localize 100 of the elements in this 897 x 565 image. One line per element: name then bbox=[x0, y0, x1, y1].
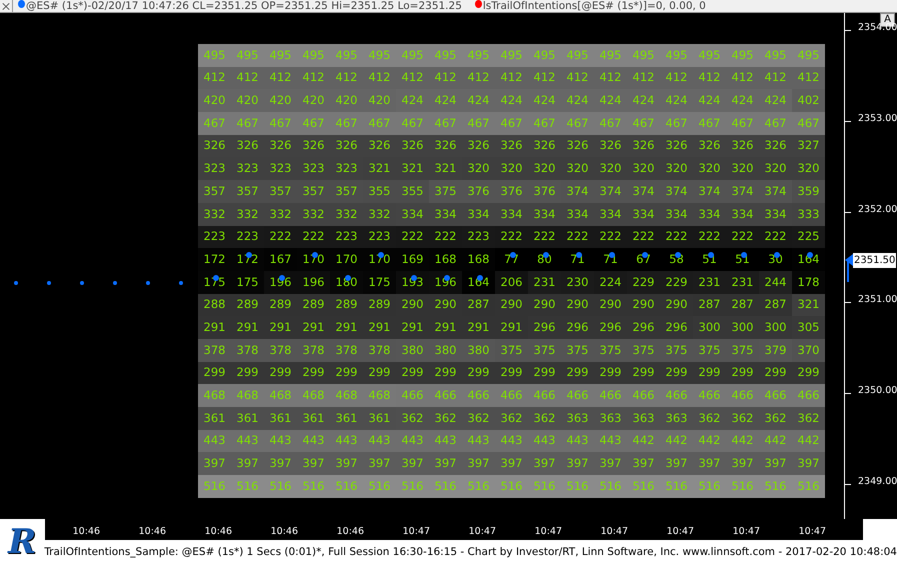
heatmap-cell: 326 bbox=[627, 134, 660, 158]
heatmap-cell: 229 bbox=[660, 270, 693, 294]
heatmap-cell: 326 bbox=[297, 134, 330, 158]
heatmap-cell: 495 bbox=[759, 44, 792, 67]
heatmap-cell: 466 bbox=[528, 384, 561, 407]
heatmap-cell: 495 bbox=[693, 44, 726, 67]
heatmap-cell: 299 bbox=[660, 362, 693, 384]
price-dot bbox=[47, 281, 51, 285]
heatmap-cell: 397 bbox=[528, 452, 561, 476]
heatmap-cell: 397 bbox=[660, 452, 693, 476]
heatmap-cell: 378 bbox=[231, 338, 264, 362]
heatmap-cell: 296 bbox=[627, 316, 660, 339]
heatmap-cell: 516 bbox=[330, 475, 363, 498]
logo: R bbox=[8, 522, 36, 562]
heatmap-cell: 375 bbox=[693, 338, 726, 362]
heatmap-cell: 334 bbox=[693, 202, 726, 226]
heatmap-cell: 495 bbox=[330, 44, 363, 67]
heatmap-cell: 397 bbox=[495, 452, 528, 476]
heatmap-cell: 291 bbox=[231, 316, 264, 339]
heatmap-cell: 442 bbox=[726, 430, 759, 452]
heatmap-cell: 289 bbox=[297, 294, 330, 316]
heatmap-cell: 357 bbox=[264, 180, 297, 203]
heatmap-cell: 467 bbox=[627, 112, 660, 135]
heatmap-cell: 320 bbox=[627, 157, 660, 180]
heatmap-cell: 375 bbox=[627, 338, 660, 362]
heatmap-cell: 466 bbox=[495, 384, 528, 407]
heatmap-cell: 420 bbox=[198, 89, 231, 112]
heatmap-cell: 288 bbox=[198, 294, 231, 316]
price-dot bbox=[80, 281, 84, 285]
heatmap-cell: 376 bbox=[462, 180, 495, 203]
heatmap-cell: 467 bbox=[594, 112, 627, 135]
heatmap-cell: 443 bbox=[429, 430, 462, 452]
heatmap-cell: 326 bbox=[693, 134, 726, 158]
time-label: 10:46 bbox=[72, 525, 101, 539]
heatmap-cell: 320 bbox=[693, 157, 726, 180]
heatmap-cell: 397 bbox=[264, 452, 297, 476]
heatmap-cell: 412 bbox=[660, 66, 693, 90]
heatmap-cell: 466 bbox=[660, 384, 693, 407]
heatmap-cell: 467 bbox=[726, 112, 759, 135]
heatmap-cell: 291 bbox=[198, 316, 231, 339]
heatmap-cell: 222 bbox=[429, 226, 462, 248]
heatmap-cell: 467 bbox=[264, 112, 297, 135]
heatmap-cell: 466 bbox=[462, 384, 495, 407]
heatmap-cell: 289 bbox=[264, 294, 297, 316]
heatmap-cell: 443 bbox=[231, 430, 264, 452]
heatmap-cell: 291 bbox=[330, 316, 363, 339]
heatmap-cell: 375 bbox=[561, 338, 594, 362]
heatmap-cell: 412 bbox=[594, 66, 627, 90]
heatmap-cell: 376 bbox=[495, 180, 528, 203]
heatmap-cell: 299 bbox=[594, 362, 627, 384]
heatmap-cell: 299 bbox=[495, 362, 528, 384]
heatmap-cell: 299 bbox=[462, 362, 495, 384]
heatmap-cell: 359 bbox=[792, 180, 825, 203]
heatmap-cell: 299 bbox=[330, 362, 363, 384]
heatmap-cell: 397 bbox=[759, 452, 792, 476]
heatmap-cell: 291 bbox=[462, 316, 495, 339]
heatmap-cell: 169 bbox=[396, 248, 429, 271]
heatmap-cell: 362 bbox=[759, 407, 792, 430]
heatmap-cell: 397 bbox=[462, 452, 495, 476]
heatmap-cell: 326 bbox=[429, 134, 462, 158]
heatmap-cell: 375 bbox=[726, 338, 759, 362]
heatmap-cell: 222 bbox=[759, 226, 792, 248]
heatmap-cell: 334 bbox=[627, 202, 660, 226]
heatmap-cell: 323 bbox=[297, 157, 330, 180]
heatmap-cell: 495 bbox=[594, 44, 627, 67]
heatmap-cell: 299 bbox=[396, 362, 429, 384]
time-label: 10:46 bbox=[270, 525, 299, 539]
heatmap-cell: 468 bbox=[231, 384, 264, 407]
price-label: 2350.00 bbox=[858, 384, 897, 398]
heatmap-cell: 357 bbox=[198, 180, 231, 203]
heatmap-cell: 287 bbox=[759, 294, 792, 316]
heatmap-cell: 290 bbox=[396, 294, 429, 316]
heatmap-cell: 332 bbox=[297, 202, 330, 226]
heatmap-cell: 424 bbox=[495, 89, 528, 112]
time-label: 10:47 bbox=[402, 525, 431, 539]
heatmap-cell: 334 bbox=[726, 202, 759, 226]
close-icon[interactable] bbox=[0, 0, 13, 13]
heatmap-cell: 397 bbox=[627, 452, 660, 476]
heatmap-cell: 378 bbox=[198, 338, 231, 362]
heatmap-cell: 424 bbox=[759, 89, 792, 112]
heatmap-cell: 326 bbox=[528, 134, 561, 158]
heatmap-cell: 397 bbox=[363, 452, 396, 476]
heatmap-cell: 206 bbox=[495, 270, 528, 294]
price-dot bbox=[113, 281, 117, 285]
heatmap-cell: 326 bbox=[264, 134, 297, 158]
heatmap-cell: 362 bbox=[495, 407, 528, 430]
heatmap-cell: 412 bbox=[759, 66, 792, 90]
heatmap-cell: 420 bbox=[264, 89, 297, 112]
heatmap-cell: 374 bbox=[627, 180, 660, 203]
heatmap-cell: 332 bbox=[363, 202, 396, 226]
heatmap-cell: 290 bbox=[429, 294, 462, 316]
heatmap-cell: 300 bbox=[726, 316, 759, 339]
heatmap-cell: 516 bbox=[726, 475, 759, 498]
price-label: 2352.00 bbox=[858, 202, 897, 217]
heatmap-cell: 412 bbox=[462, 66, 495, 90]
heatmap-cell: 290 bbox=[594, 294, 627, 316]
heatmap-cell: 299 bbox=[693, 362, 726, 384]
heatmap-cell: 299 bbox=[627, 362, 660, 384]
heatmap-cell: 334 bbox=[429, 202, 462, 226]
heatmap-cell: 443 bbox=[198, 430, 231, 452]
